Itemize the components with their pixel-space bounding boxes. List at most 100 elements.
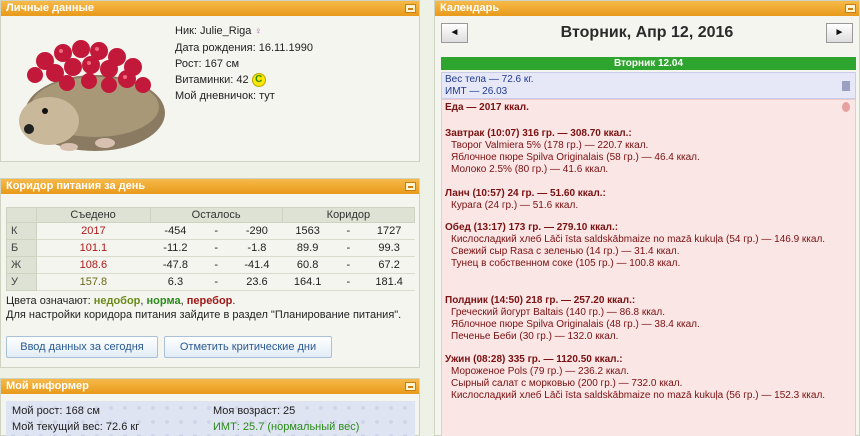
eaten-value: 2017 — [36, 222, 151, 240]
corridor-max: 67.2 — [359, 256, 415, 274]
birth-label: Дата рождения: — [175, 42, 256, 54]
list-item: Свежий сыр Rasa с зеленью (14 гр.) — 31.… — [451, 246, 680, 257]
corner-cell — [6, 207, 37, 223]
list-item: Курага (24 гр.) — 51.6 ккал. — [451, 200, 579, 211]
nick-label: Ник: — [175, 25, 197, 37]
table-row: К 2017 -454 - -290 1563 - 1727 — [6, 222, 415, 240]
corridor-max: 99.3 — [359, 239, 415, 257]
dash: - — [336, 222, 360, 240]
informer-panel: Мой информер Мой рост: 168 см Моя возрас… — [0, 378, 420, 436]
body-weight: Вес тела — 72.6 кг. — [445, 74, 534, 85]
row-label: У — [6, 273, 37, 291]
list-item: Кисло­сладкий хлеб Lāči īsta saldskābmai… — [451, 390, 826, 401]
remaining-min: 6.3 — [150, 273, 205, 291]
col-eaten: Съедено — [35, 207, 151, 223]
corridor-header: Коридор питания за день — [1, 179, 419, 194]
avatar — [19, 40, 165, 151]
row-label: Ж — [6, 256, 37, 274]
vitamin-c-icon: C — [251, 73, 266, 88]
meal-title: Ужин (08:28) 335 гр. — 1120.50 ккал.: — [445, 354, 623, 365]
corridor-max: 1727 — [359, 222, 415, 240]
remaining-max: -290 — [227, 222, 283, 240]
informer-bmi: ИМТ: 25.7 (нормальный вес) — [213, 421, 360, 433]
informer-height: Мой рост: 168 см — [12, 405, 100, 417]
nutrition-corridor-panel: Коридор питания за день Съедено Осталось… — [0, 178, 420, 368]
vitamins-value: 42 — [236, 74, 249, 86]
dash: - — [204, 222, 228, 240]
remaining-max: -1.8 — [227, 239, 283, 257]
meal-lunch: Ланч (10:57) 24 гр. — 51.60 ккал.: Кураг… — [445, 188, 850, 212]
diary-label: Мой дневничок: — [175, 90, 256, 102]
meal-title: Ланч (10:57) 24 гр. — 51.60 ккал.: — [445, 188, 606, 199]
remaining-max: 23.6 — [227, 273, 283, 291]
color-legend: Цвета означают: недобор, норма, перебор.… — [6, 294, 416, 322]
calendar-nav: ◄ Вторник, Апр 12, 2016 ► — [441, 23, 853, 45]
dash: - — [204, 256, 228, 274]
personal-data-header: Личные данные — [1, 1, 419, 16]
corridor-min: 164.1 — [282, 273, 337, 291]
mark-critical-days-button[interactable]: Отметить критические дни — [164, 336, 332, 358]
eaten-value: 108.6 — [36, 256, 151, 274]
meal-breakfast: Завтрак (10:07) 316 гр. — 308.70 ккал.: … — [445, 128, 850, 176]
minimize-icon[interactable] — [405, 182, 416, 191]
informer-age: Моя возраст: 25 — [213, 405, 296, 417]
dash: - — [336, 273, 360, 291]
eaten-value: 101.1 — [36, 239, 151, 257]
female-icon: ♀ — [254, 26, 262, 37]
list-item: Яблочное пюре Spilva Originalais (58 гр.… — [451, 152, 700, 163]
row-label: Б — [6, 239, 37, 257]
corridor-min: 1563 — [282, 222, 337, 240]
prev-day-button[interactable]: ◄ — [441, 23, 468, 43]
meal-snack: Полдник (14:50) 218 гр. — 257.20 ккал.: … — [445, 295, 850, 343]
list-item: Тунец в собственном соке (105 гр.) — 100… — [451, 258, 681, 269]
minimize-icon[interactable] — [405, 382, 416, 391]
informer-title: Мой информер — [6, 380, 89, 392]
weight-box: Вес тела — 72.6 кг. ИМТ — 26.03 — [441, 72, 856, 99]
meal-dinner: Обед (13:17) 173 гр. — 279.10 ккал.: Кис… — [445, 222, 850, 270]
dash: - — [204, 239, 228, 257]
list-item: Творог Valmiera 5% (178 гр.) — 220.7 кка… — [451, 140, 649, 151]
calendar-date: Вторник, Апр 12, 2016 — [560, 24, 734, 41]
meal-title: Обед (13:17) 173 гр. — 279.10 ккал.: — [445, 222, 619, 233]
scale-icon[interactable] — [842, 81, 850, 91]
dash: - — [336, 256, 360, 274]
corridor-max: 181.4 — [359, 273, 415, 291]
corridor-min: 89.9 — [282, 239, 337, 257]
eaten-value: 157.8 — [36, 273, 151, 291]
calendar-panel: Календарь ◄ Вторник, Апр 12, 2016 ► Втор… — [434, 0, 860, 436]
list-item: Мороженое Pols (79 гр.) — 236.2 ккал. — [451, 366, 629, 377]
table-row: У 157.8 6.3 - 23.6 164.1 - 181.4 — [6, 273, 415, 291]
corridor-note: Для настройки коридора питания зайдите в… — [6, 309, 402, 321]
informer-weight: Мой текущий вес: 72.6 кг — [12, 421, 140, 433]
remaining-min: -47.8 — [150, 256, 205, 274]
food-box: Еда — 2017 ккал. Завтрак (10:07) 316 гр.… — [441, 99, 856, 436]
calendar-title: Календарь — [440, 2, 500, 14]
table-row: Б 101.1 -11.2 - -1.8 89.9 - 99.3 — [6, 239, 415, 257]
height-label: Рост: — [175, 58, 202, 70]
dash: - — [204, 273, 228, 291]
enter-today-button[interactable]: Ввод данных за сегодня — [6, 336, 158, 358]
birth-value: 16.11.1990 — [258, 42, 313, 54]
vitamins-label: Витаминки: — [175, 74, 234, 86]
list-item: Яблочное пюре Spilva Originalais (48 гр.… — [451, 319, 700, 330]
corridor-title: Коридор питания за день — [6, 180, 146, 192]
informer-header: Мой информер — [1, 379, 419, 394]
legend-low: недобор — [93, 295, 141, 307]
legend-norm: норма — [146, 295, 181, 307]
calendar-header: Календарь — [435, 1, 859, 16]
meal-supper: Ужин (08:28) 335 гр. — 1120.50 ккал.: Мо… — [445, 354, 850, 402]
minimize-icon[interactable] — [845, 4, 856, 13]
dash: - — [336, 239, 360, 257]
col-remaining: Осталось — [149, 207, 283, 223]
list-item: Кисло­сладкий хлеб Lāči īsta saldskābmai… — [451, 234, 826, 245]
list-item: Сырный салат с морковью (200 гр.) — 732.… — [451, 378, 683, 389]
informer-body: Мой рост: 168 см Моя возраст: 25 Мой тек… — [6, 401, 415, 436]
apple-icon[interactable] — [842, 102, 850, 112]
diary-link[interactable]: тут — [259, 90, 275, 102]
nick-value: Julie_Riga — [200, 25, 252, 37]
personal-data-panel: Личные данные Ник: Julie_Riga ♀ Дата рожд… — [0, 0, 420, 162]
minimize-icon[interactable] — [405, 4, 416, 13]
remaining-min: -454 — [150, 222, 205, 240]
next-day-button[interactable]: ► — [826, 23, 853, 43]
meal-title: Полдник (14:50) 218 гр. — 257.20 ккал.: — [445, 295, 636, 306]
